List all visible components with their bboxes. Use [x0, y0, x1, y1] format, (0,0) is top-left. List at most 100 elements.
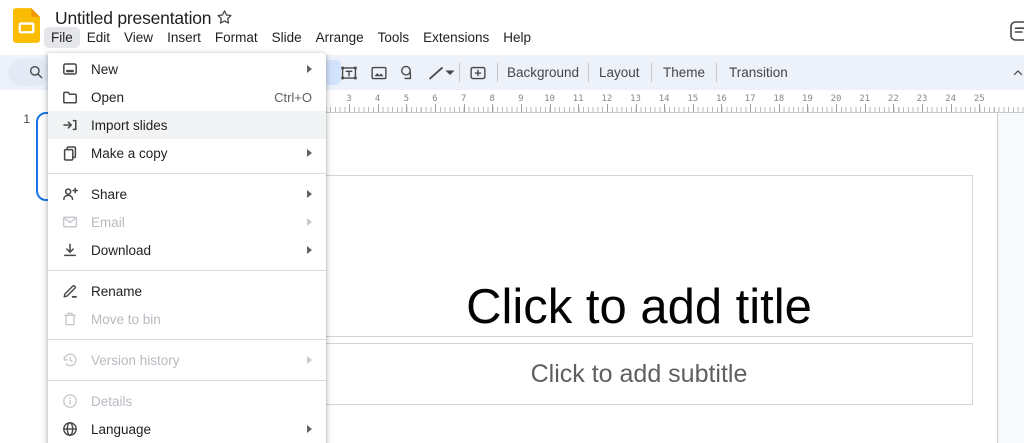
menu-item-download[interactable]: Download	[48, 236, 326, 264]
toolbar-separator	[651, 63, 652, 82]
ruler-major-tick	[464, 104, 465, 112]
ruler-number: 3	[346, 94, 351, 104]
layout-button[interactable]: Layout	[593, 59, 646, 86]
ruler-major-tick	[349, 104, 350, 112]
keyboard-shortcut: Ctrl+O	[274, 90, 312, 105]
ruler-number: 9	[518, 94, 523, 104]
menu-item-label: Move to bin	[91, 312, 161, 327]
menu-format[interactable]: Format	[208, 27, 265, 48]
document-title[interactable]: Untitled presentation	[55, 8, 211, 29]
menu-item-import-slides[interactable]: Import slides	[48, 111, 326, 139]
language-globe-icon	[61, 420, 79, 438]
ruler-major-tick	[951, 104, 952, 112]
ruler-number: 17	[745, 94, 756, 104]
ruler-major-tick	[664, 104, 665, 112]
menu-extensions[interactable]: Extensions	[416, 27, 496, 48]
menu-item-label: Open	[91, 90, 124, 105]
ruler-major-tick	[836, 104, 837, 112]
ruler-major-tick	[693, 104, 694, 112]
ruler-major-tick	[578, 104, 579, 112]
slides-logo-icon[interactable]	[13, 8, 40, 43]
menu-file[interactable]: File	[44, 27, 80, 48]
make-a-copy-icon	[61, 144, 79, 162]
top-bar: Untitled presentation File Edit View Ins…	[0, 0, 1024, 55]
menu-help[interactable]: Help	[496, 27, 538, 48]
ruler-major-tick	[893, 104, 894, 112]
submenu-arrow-icon	[307, 356, 312, 364]
menu-separator	[48, 380, 326, 381]
menu-item-rename[interactable]: Rename	[48, 277, 326, 305]
insert-image-icon[interactable]	[365, 59, 392, 86]
menu-item-open[interactable]: Open Ctrl+O	[48, 83, 326, 111]
side-panel-icon[interactable]	[1008, 19, 1024, 43]
ruler-major-tick	[922, 104, 923, 112]
ruler-number: 22	[888, 94, 899, 104]
menu-item-details: Details	[48, 387, 326, 415]
menu-arrange[interactable]: Arrange	[309, 27, 371, 48]
menu-edit[interactable]: Edit	[80, 27, 117, 48]
menu-separator	[48, 270, 326, 271]
ruler-number: 23	[917, 94, 928, 104]
ruler-number: 25	[974, 94, 985, 104]
menu-item-share[interactable]: Share	[48, 180, 326, 208]
ruler-number: 19	[802, 94, 813, 104]
ruler-number: 21	[859, 94, 870, 104]
menu-slide[interactable]: Slide	[265, 27, 309, 48]
theme-button[interactable]: Theme	[657, 59, 711, 86]
ruler-major-tick	[435, 104, 436, 112]
menu-item-version-history: Version history	[48, 346, 326, 374]
ruler-number: 14	[659, 94, 670, 104]
menu-item-label: Email	[91, 215, 125, 230]
transition-button[interactable]: Transition	[723, 59, 794, 86]
ruler-number: 8	[490, 94, 495, 104]
ruler-major-tick	[521, 104, 522, 112]
background-button[interactable]: Background	[501, 59, 585, 86]
menu-item-move-to-bin: Move to bin	[48, 305, 326, 333]
menu-item-label: Version history	[91, 353, 180, 368]
ruler-major-tick	[550, 104, 551, 112]
open-folder-icon	[61, 88, 79, 106]
new-presentation-icon	[61, 60, 79, 78]
text-box-icon[interactable]	[335, 59, 362, 86]
menu-separator	[48, 339, 326, 340]
google-slides-window: Untitled presentation File Edit View Ins…	[0, 0, 1024, 443]
star-icon[interactable]	[215, 8, 234, 27]
menu-item-label: Make a copy	[91, 146, 168, 161]
subtitle-placeholder[interactable]: Click to add subtitle	[305, 343, 973, 405]
collapse-menus-icon[interactable]	[1004, 59, 1024, 86]
ruler-number: 15	[687, 94, 698, 104]
title-placeholder[interactable]: Click to add title	[305, 175, 973, 337]
download-icon	[61, 241, 79, 259]
menu-separator	[48, 173, 326, 174]
insert-comment-icon[interactable]	[464, 59, 491, 86]
toolbar-separator	[588, 63, 589, 82]
toolbar-separator	[497, 63, 498, 82]
menu-item-label: Share	[91, 187, 127, 202]
ruler-number: 7	[461, 94, 466, 104]
ruler-major-tick	[721, 104, 722, 112]
submenu-arrow-icon	[307, 149, 312, 157]
share-person-add-icon	[61, 185, 79, 203]
slide-number: 1	[12, 112, 30, 126]
ruler-number: 5	[404, 94, 409, 104]
menu-item-label: Details	[91, 394, 132, 409]
line-dropdown-caret-icon[interactable]	[443, 59, 457, 86]
search-icon	[27, 63, 45, 81]
file-menu-dropdown: New Open Ctrl+O Import slides	[48, 53, 326, 443]
menu-view[interactable]: View	[117, 27, 160, 48]
menu-bar: File Edit View Insert Format Slide Arran…	[44, 27, 538, 48]
insert-shape-icon[interactable]	[394, 59, 421, 86]
trash-bin-icon	[61, 310, 79, 328]
menu-insert[interactable]: Insert	[160, 27, 208, 48]
menu-item-new[interactable]: New	[48, 55, 326, 83]
ruler-major-tick	[607, 104, 608, 112]
ruler-major-tick	[406, 104, 407, 112]
ruler-number: 12	[601, 94, 612, 104]
menu-tools[interactable]: Tools	[371, 27, 417, 48]
menu-item-make-a-copy[interactable]: Make a copy	[48, 139, 326, 167]
menu-item-label: Download	[91, 243, 151, 258]
rename-pencil-icon	[61, 282, 79, 300]
ruler-number: 6	[432, 94, 437, 104]
menu-item-language[interactable]: Language	[48, 415, 326, 443]
ruler-number: 20	[831, 94, 842, 104]
